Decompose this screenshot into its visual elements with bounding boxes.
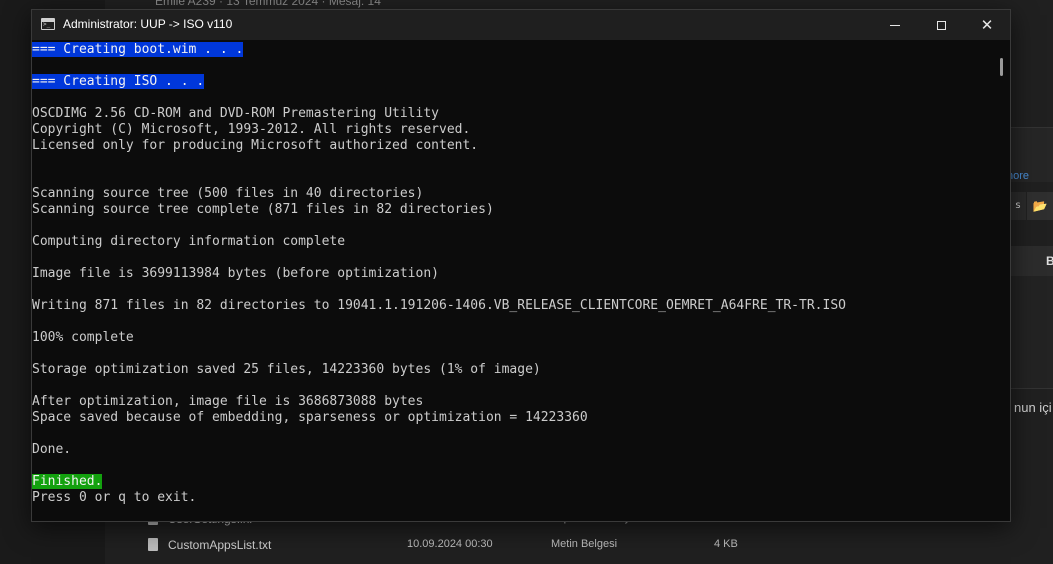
window-title: Administrator: UUP -> ISO v110 — [63, 17, 233, 31]
console-text: Storage optimization saved 25 files, 142… — [32, 362, 541, 377]
console-text: Scanning source tree (500 files in 40 di… — [32, 186, 424, 201]
scroll-thumb[interactable] — [1000, 58, 1003, 76]
terminal-icon — [41, 18, 55, 30]
console-line: 100% complete — [32, 330, 134, 346]
folder-open-icon[interactable]: 📂 — [1027, 192, 1053, 220]
console-text: Computing directory information complete — [32, 234, 346, 249]
console-line: Scanning source tree (500 files in 40 di… — [32, 186, 423, 202]
console-text: Writing 871 files in 82 directories to 1… — [32, 298, 846, 313]
console-line: Image file is 3699113984 bytes (before o… — [32, 266, 439, 282]
console-text: Press 0 or q to exit. — [32, 490, 197, 505]
file-list-row[interactable]: CustomAppsList.txt 10.09.2024 00:30 Meti… — [148, 536, 768, 556]
title-bar[interactable]: Administrator: UUP -> ISO v110 ✕ — [32, 10, 1010, 40]
console-line: Storage optimization saved 25 files, 142… — [32, 362, 541, 378]
console-line: === Creating ISO . . . — [32, 74, 205, 90]
console-text: Done. — [32, 442, 72, 457]
file-type: Metin Belgesi — [551, 538, 618, 550]
console-text: Licensed only for producing Microsoft au… — [32, 138, 479, 153]
console-line: Done. — [32, 442, 71, 458]
section-heading: === Creating ISO . . . — [32, 74, 205, 89]
console-text: OSCDIMG 2.56 CD-ROM and DVD-ROM Premaste… — [32, 106, 439, 121]
console-output[interactable]: === Creating boot.wim . . . === Creating … — [32, 40, 992, 521]
console-line: Computing directory information complete — [32, 234, 345, 250]
background-panel-section-2 — [1010, 276, 1053, 389]
file-icon — [148, 538, 158, 551]
console-line: Scanning source tree complete (871 files… — [32, 202, 494, 218]
console-text: Image file is 3699113984 bytes (before o… — [32, 266, 439, 281]
console-line: === Creating boot.wim . . . — [32, 42, 244, 58]
console-line: Licensed only for producing Microsoft au… — [32, 138, 478, 154]
console-line: Space saved because of embedding, sparse… — [32, 410, 588, 426]
section-heading: === Creating boot.wim . . . — [32, 42, 244, 57]
console-text: After optimization, image file is 368687… — [32, 394, 424, 409]
close-button[interactable]: ✕ — [964, 10, 1010, 40]
console-line: Writing 871 files in 82 directories to 1… — [32, 298, 846, 314]
console-text: 100% complete — [32, 330, 134, 345]
background-text: nun içi — [1014, 400, 1052, 415]
finished-status: Finished. — [32, 474, 103, 489]
console-text: Copyright (C) Microsoft, 1993-2012. All … — [32, 122, 471, 137]
vertical-scrollbar[interactable] — [995, 40, 1010, 521]
maximize-icon — [936, 21, 946, 30]
console-line: OSCDIMG 2.56 CD-ROM and DVD-ROM Premaste… — [32, 106, 439, 122]
console-line: Press 0 or q to exit. — [32, 490, 196, 506]
background-button[interactable]: s — [1010, 192, 1026, 220]
console-text: Space saved because of embedding, sparse… — [32, 410, 588, 425]
background-forum-header: Emile A239 · 13 Temmuz 2024 · Mesaj: 14 — [155, 0, 381, 8]
minimize-icon — [890, 25, 900, 26]
file-name: CustomAppsList.txt — [168, 538, 272, 552]
file-date: 10.09.2024 00:30 — [407, 538, 493, 550]
console-text: Scanning source tree complete (871 files… — [32, 202, 494, 217]
background-bold-label: B — [1046, 254, 1053, 268]
file-size: 4 KB — [714, 538, 738, 550]
maximize-button[interactable] — [918, 10, 964, 40]
console-line: Copyright (C) Microsoft, 1993-2012. All … — [32, 122, 470, 138]
close-icon: ✕ — [980, 16, 994, 34]
minimize-button[interactable] — [872, 10, 918, 40]
console-window[interactable]: Administrator: UUP -> ISO v110 ✕ === Cre… — [31, 9, 1011, 522]
console-line: After optimization, image file is 368687… — [32, 394, 423, 410]
console-line: Finished. — [32, 474, 103, 490]
